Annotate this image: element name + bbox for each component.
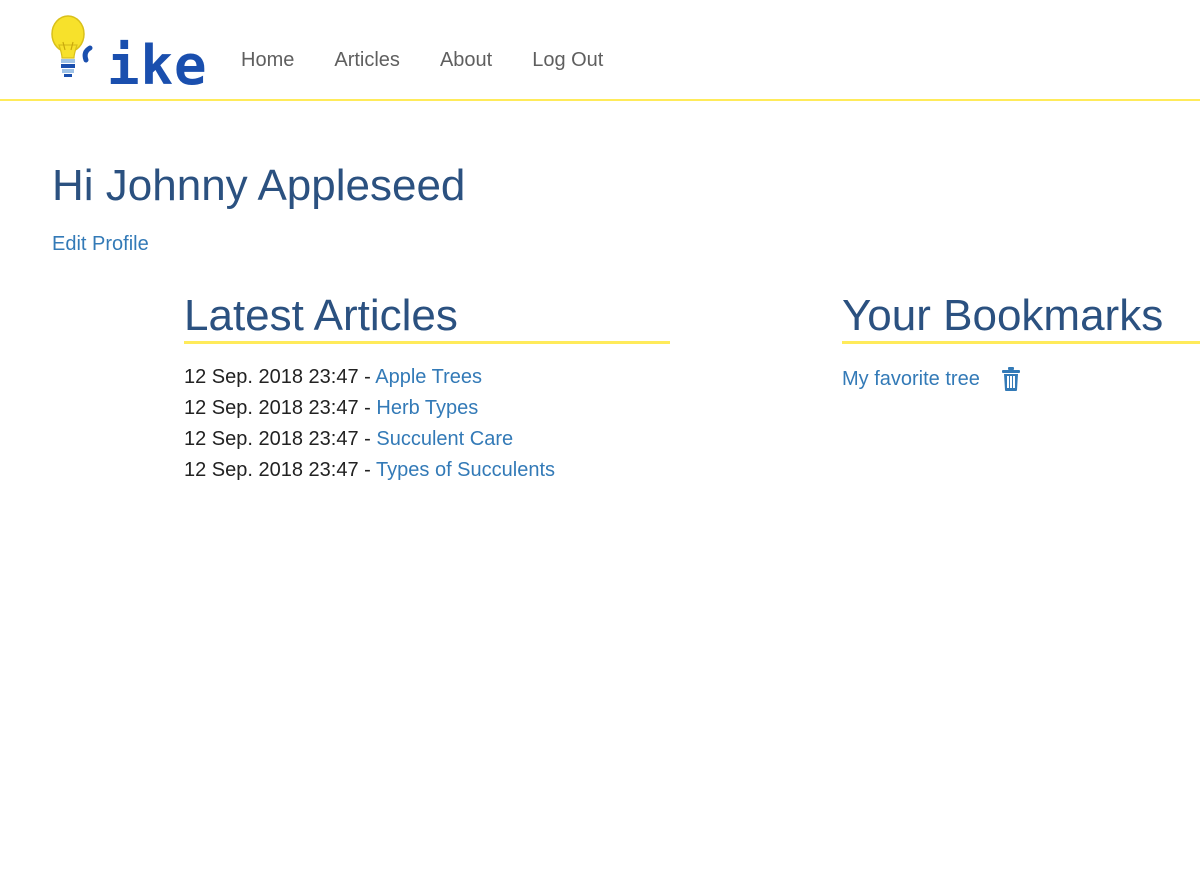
article-separator: -	[358, 459, 377, 481]
list-item: 12 Sep. 2018 23:47 - Herb Types	[184, 393, 555, 424]
latest-articles-heading: Latest Articles	[184, 291, 458, 340]
article-date: 12 Sep. 2018 23:47	[184, 428, 359, 450]
article-date: 12 Sep. 2018 23:47	[184, 397, 359, 419]
lightbulb-icon	[51, 15, 93, 77]
article-link[interactable]: Herb Types	[376, 397, 478, 419]
nav-log-out[interactable]: Log Out	[532, 46, 603, 74]
nav-about[interactable]: About	[440, 46, 492, 74]
site-header: ike Home Articles About Log Out	[0, 0, 1200, 101]
nav-home[interactable]: Home	[241, 46, 294, 74]
article-link[interactable]: Types of Succulents	[376, 459, 555, 481]
list-item: 12 Sep. 2018 23:47 - Types of Succulents	[184, 455, 555, 486]
main-nav: Home Articles About Log Out	[241, 46, 643, 74]
list-item: 12 Sep. 2018 23:47 - Apple Trees	[184, 362, 555, 393]
article-date: 12 Sep. 2018 23:47	[184, 459, 359, 481]
edit-profile-link[interactable]: Edit Profile	[52, 230, 149, 258]
trash-icon[interactable]	[1001, 367, 1020, 391]
page: ike Home Articles About Log Out Hi Johnn…	[0, 0, 1200, 873]
bookmark-item: My favorite tree	[842, 365, 1020, 393]
bookmark-link[interactable]: My favorite tree	[842, 365, 980, 393]
bookmarks-divider	[842, 341, 1200, 344]
page-title: Hi Johnny Appleseed	[52, 161, 466, 210]
nav-articles[interactable]: Articles	[334, 46, 400, 74]
logo-text: ike	[107, 34, 208, 97]
site-logo[interactable]: ike	[50, 12, 207, 96]
article-separator: -	[358, 366, 376, 388]
article-separator: -	[358, 397, 377, 419]
article-link[interactable]: Apple Trees	[375, 366, 482, 388]
list-item: 12 Sep. 2018 23:47 - Succulent Care	[184, 424, 555, 455]
latest-articles-divider	[184, 341, 670, 344]
latest-articles-list: 12 Sep. 2018 23:47 - Apple Trees 12 Sep.…	[184, 362, 555, 486]
article-date: 12 Sep. 2018 23:47	[184, 366, 359, 388]
article-link[interactable]: Succulent Care	[376, 428, 513, 450]
bookmarks-heading: Your Bookmarks	[842, 291, 1164, 340]
article-separator: -	[358, 428, 377, 450]
